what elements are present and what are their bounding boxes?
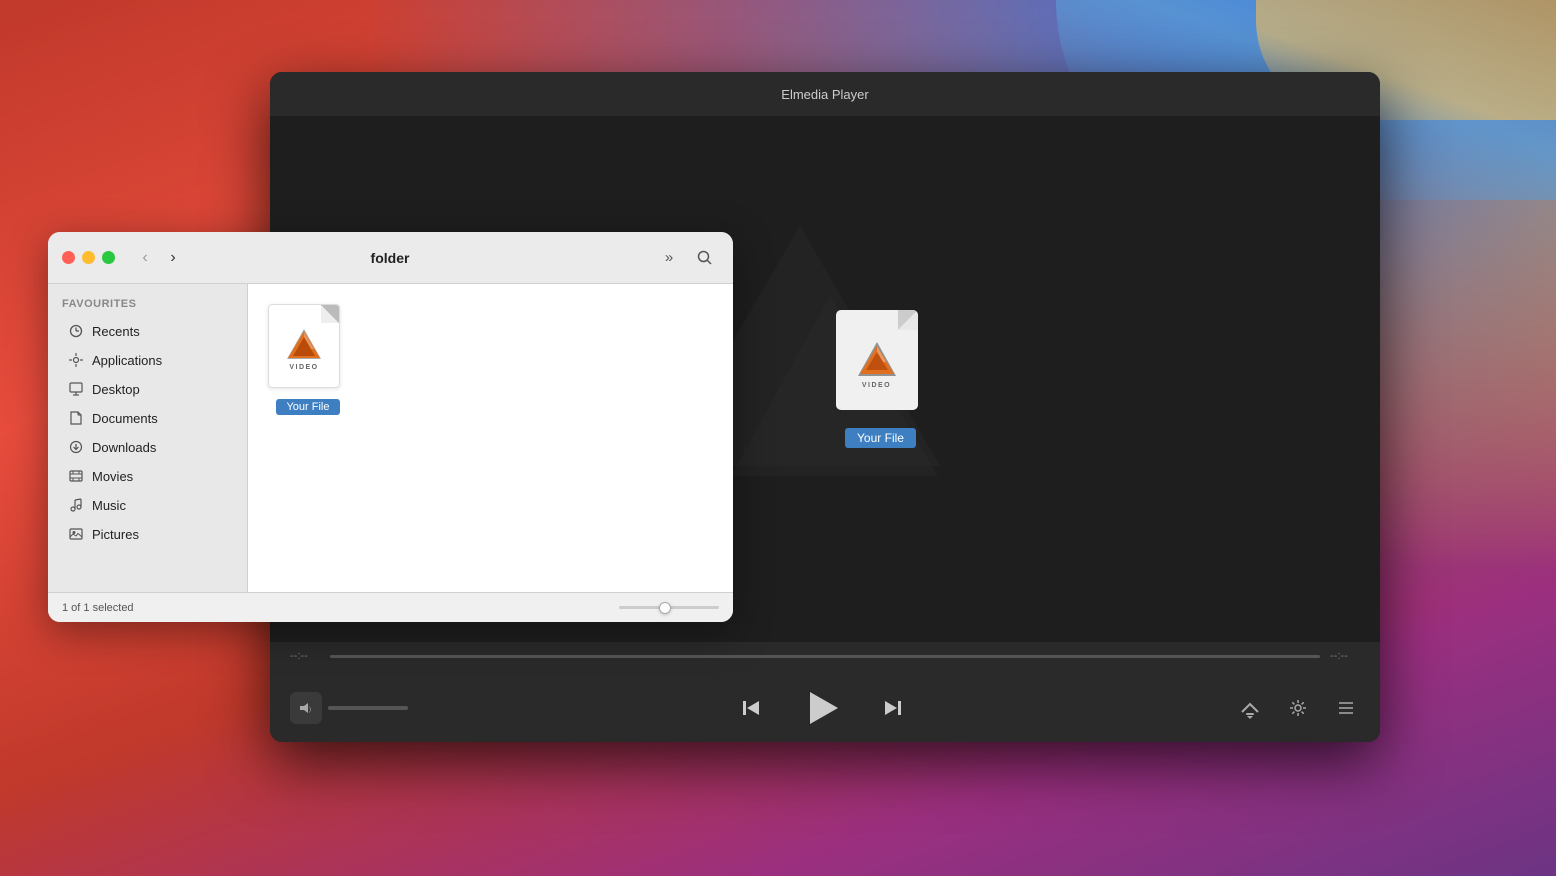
time-end: --:--	[1330, 650, 1360, 662]
sidebar-item-recents[interactable]: Recents	[54, 317, 241, 345]
finder-toolbar-right: »	[655, 244, 719, 272]
finder-sidebar: Favourites Recents Applications Desktop	[48, 284, 248, 592]
volume-slider[interactable]	[328, 706, 408, 710]
sidebar-item-downloads[interactable]: Downloads	[54, 433, 241, 461]
files-area: VIDEO Your File	[268, 304, 713, 572]
playlist-button[interactable]	[1332, 694, 1360, 722]
player-bottom-bar: --:-- --:-- )	[270, 642, 1380, 742]
player-file-icon: VIDEO Your File	[836, 310, 926, 448]
music-icon	[68, 497, 84, 513]
progress-bar-row: --:-- --:--	[290, 650, 1360, 662]
sidebar-item-applications[interactable]: Applications	[54, 346, 241, 374]
view-options-button[interactable]: »	[655, 244, 683, 272]
progress-track[interactable]	[330, 655, 1320, 658]
settings-button[interactable]	[1284, 694, 1312, 722]
minimize-button[interactable]	[82, 251, 95, 264]
sidebar-section-favourites: Favourites	[48, 298, 247, 316]
sidebar-item-desktop[interactable]: Desktop	[54, 375, 241, 403]
controls-row: )	[290, 686, 1360, 730]
player-title: Elmedia Player	[781, 87, 868, 102]
sidebar-label-downloads: Downloads	[92, 440, 156, 455]
slider-thumb	[659, 602, 671, 614]
applications-icon	[68, 352, 84, 368]
icon-size-slider[interactable]	[619, 606, 719, 609]
sidebar-label-recents: Recents	[92, 324, 140, 339]
finder-body: Favourites Recents Applications Desktop	[48, 284, 733, 592]
folder-title: folder	[133, 250, 647, 266]
close-button[interactable]	[62, 251, 75, 264]
right-controls	[1236, 694, 1360, 722]
maximize-button[interactable]	[102, 251, 115, 264]
sidebar-label-applications: Applications	[92, 353, 162, 368]
volume-icon[interactable]: )	[290, 692, 322, 724]
pictures-icon	[68, 526, 84, 542]
file-item[interactable]: VIDEO Your File	[268, 304, 348, 415]
sidebar-label-pictures: Pictures	[92, 527, 139, 542]
finder-titlebar: ‹ › folder »	[48, 232, 733, 284]
play-button[interactable]	[800, 686, 844, 730]
status-selected: 1 of 1 selected	[62, 602, 134, 614]
volume-control: )	[290, 692, 408, 724]
movies-icon	[68, 468, 84, 484]
file-type-badge: VIDEO	[289, 364, 318, 371]
window-buttons	[62, 251, 115, 264]
play-icon	[810, 692, 838, 724]
recents-icon	[68, 323, 84, 339]
file-label: Your File	[276, 399, 339, 415]
sidebar-label-documents: Documents	[92, 411, 158, 426]
next-button[interactable]	[874, 690, 910, 726]
downloads-icon	[68, 439, 84, 455]
sidebar-label-movies: Movies	[92, 469, 133, 484]
sidebar-item-documents[interactable]: Documents	[54, 404, 241, 432]
sidebar-label-music: Music	[92, 498, 126, 513]
player-file-label: Your File	[845, 428, 916, 448]
finder-window: ‹ › folder » Favourites Recents	[48, 232, 733, 622]
sidebar-label-desktop: Desktop	[92, 382, 140, 397]
search-button[interactable]	[691, 244, 719, 272]
slider-track	[619, 606, 719, 609]
sidebar-item-music[interactable]: Music	[54, 491, 241, 519]
sidebar-item-pictures[interactable]: Pictures	[54, 520, 241, 548]
sidebar-item-movies[interactable]: Movies	[54, 462, 241, 490]
svg-text:): )	[309, 707, 311, 713]
documents-icon	[68, 410, 84, 426]
main-controls	[734, 686, 910, 730]
finder-statusbar: 1 of 1 selected	[48, 592, 733, 622]
finder-content: VIDEO Your File	[248, 284, 733, 592]
time-start: --:--	[290, 650, 320, 662]
prev-button[interactable]	[734, 690, 770, 726]
airplay-button[interactable]	[1236, 694, 1264, 722]
player-titlebar: Elmedia Player	[270, 72, 1380, 116]
desktop-icon	[68, 381, 84, 397]
